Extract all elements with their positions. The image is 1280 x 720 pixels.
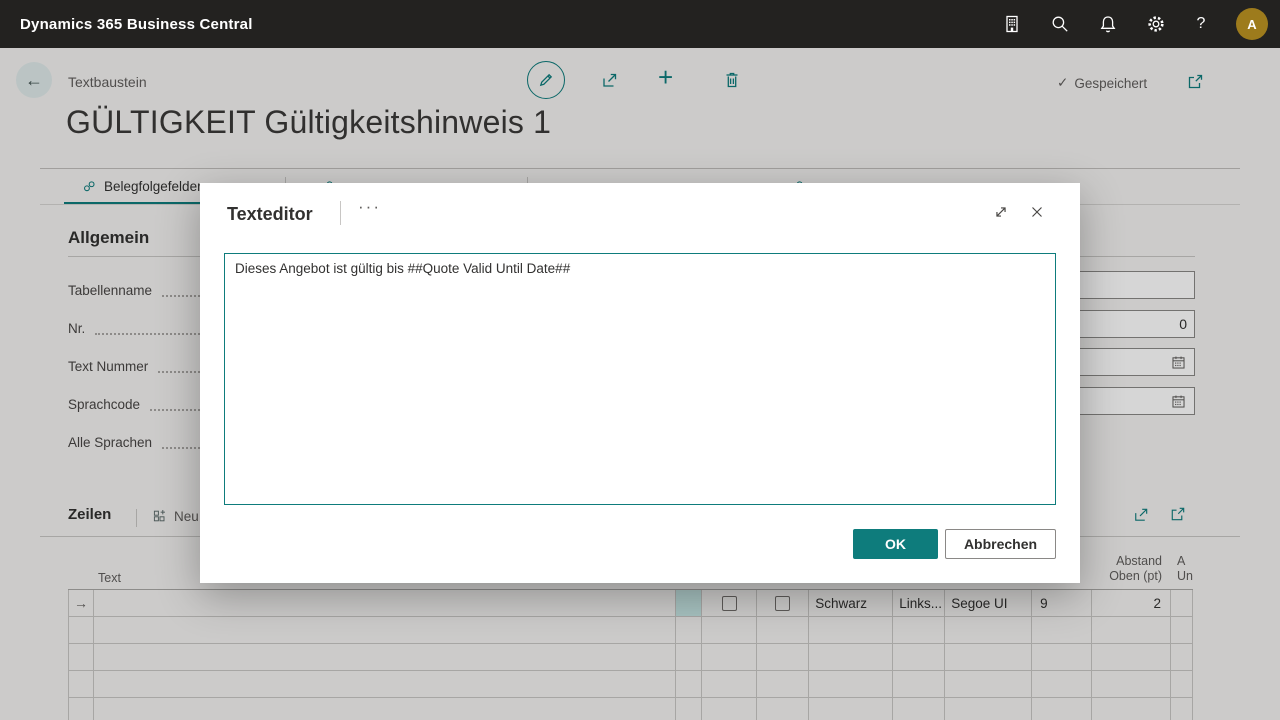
more-options-icon[interactable]: ··· <box>358 197 381 217</box>
company-icon[interactable] <box>1002 14 1022 34</box>
search-icon[interactable] <box>1050 14 1070 34</box>
dialog-title-separator <box>340 201 341 225</box>
texteditor-textarea[interactable]: Dieses Angebot ist gültig bis ##Quote Va… <box>224 253 1056 505</box>
help-icon[interactable]: ? <box>1194 15 1208 33</box>
dialog-title: Texteditor <box>227 204 313 225</box>
resize-dialog-icon[interactable] <box>992 203 1010 221</box>
notifications-bell-icon[interactable] <box>1098 14 1118 34</box>
app-window: Dynamics 365 Business Central ? A ← <box>0 0 1280 720</box>
app-title: Dynamics 365 Business Central <box>0 16 253 33</box>
close-icon[interactable] <box>1028 203 1046 221</box>
topbar-actions: ? A <box>1002 8 1280 40</box>
cancel-button[interactable]: Abbrechen <box>945 529 1056 559</box>
avatar[interactable]: A <box>1236 8 1268 40</box>
topbar: Dynamics 365 Business Central ? A <box>0 0 1280 48</box>
settings-gear-icon[interactable] <box>1146 14 1166 34</box>
ok-button[interactable]: OK <box>853 529 938 559</box>
texteditor-dialog: Texteditor ··· Dieses Angebot ist gültig… <box>200 183 1080 583</box>
